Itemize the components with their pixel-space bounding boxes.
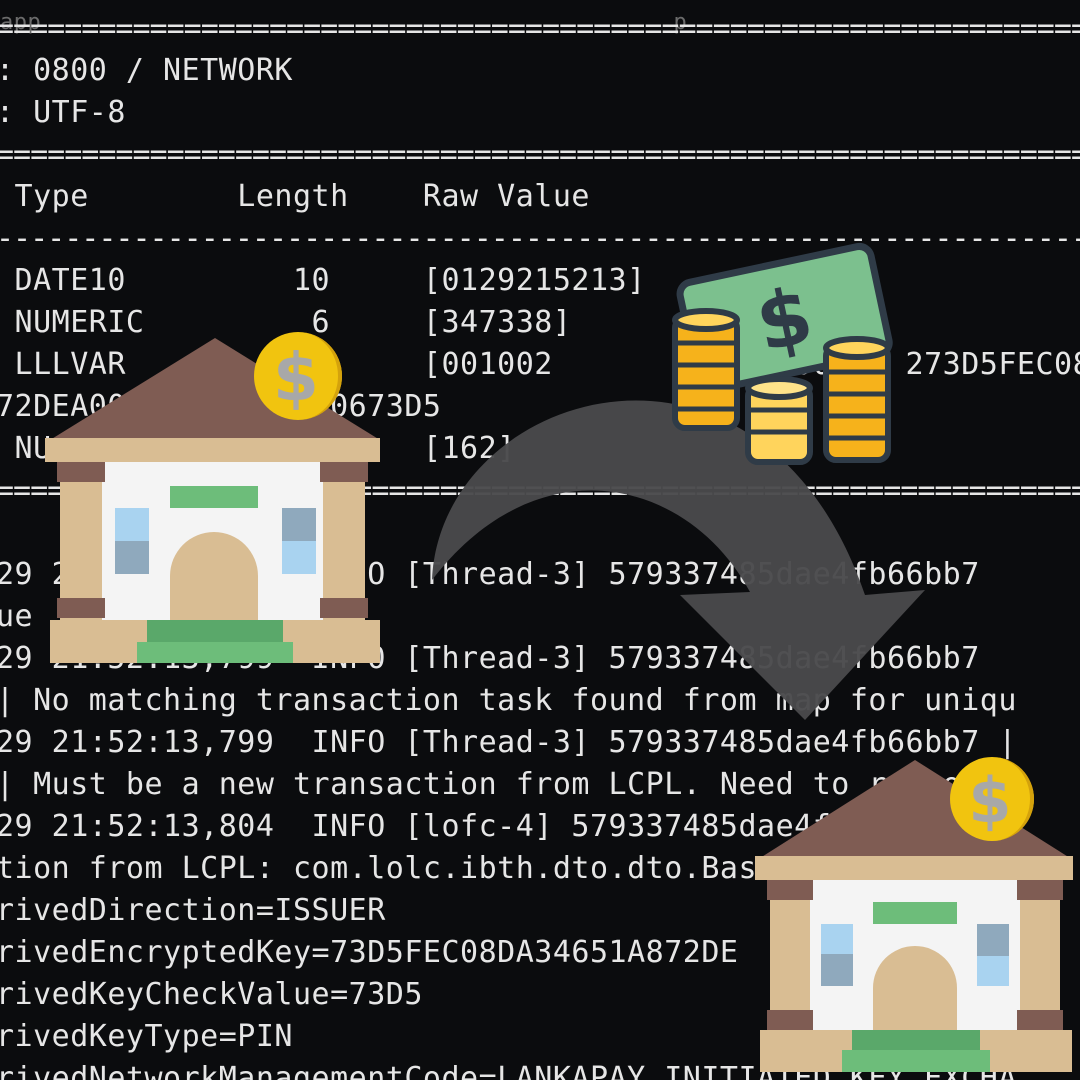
terminal-separator: ========================================… bbox=[0, 137, 1080, 172]
log-line: rivedKeyCheckValue=73D5 bbox=[0, 977, 423, 1012]
log-line: rivedKeyType=PIN bbox=[0, 1019, 293, 1054]
banknote-and-coin-stacks-icon: $ bbox=[672, 242, 893, 465]
svg-text:$: $ bbox=[273, 339, 319, 416]
scene: app p ==================================… bbox=[0, 0, 1080, 1080]
terminal-line: : 0800 / NETWORK H bbox=[0, 53, 293, 88]
coin-stack-middle bbox=[745, 376, 813, 465]
coin-stack-left bbox=[672, 308, 740, 431]
svg-text:$: $ bbox=[968, 764, 1011, 837]
coin-stack-right bbox=[823, 336, 891, 463]
dollar-coin-icon: $ bbox=[254, 332, 342, 420]
log-line: rivedEncryptedKey=73D5FEC08DA34651A872DE bbox=[0, 935, 739, 970]
log-line: rivedDirection=ISSUER bbox=[0, 893, 386, 928]
terminal-line: : UTF-8 Binary b bbox=[0, 95, 126, 130]
terminal-separator: ----------------------------------------… bbox=[0, 221, 1080, 256]
terminal-separator: ========================================… bbox=[0, 11, 1080, 46]
table-row: DATE10 10 [0129215213] bbox=[0, 263, 646, 298]
table-header: Type Length Raw Value bbox=[0, 179, 590, 214]
dollar-coin-icon: $ bbox=[950, 757, 1034, 841]
